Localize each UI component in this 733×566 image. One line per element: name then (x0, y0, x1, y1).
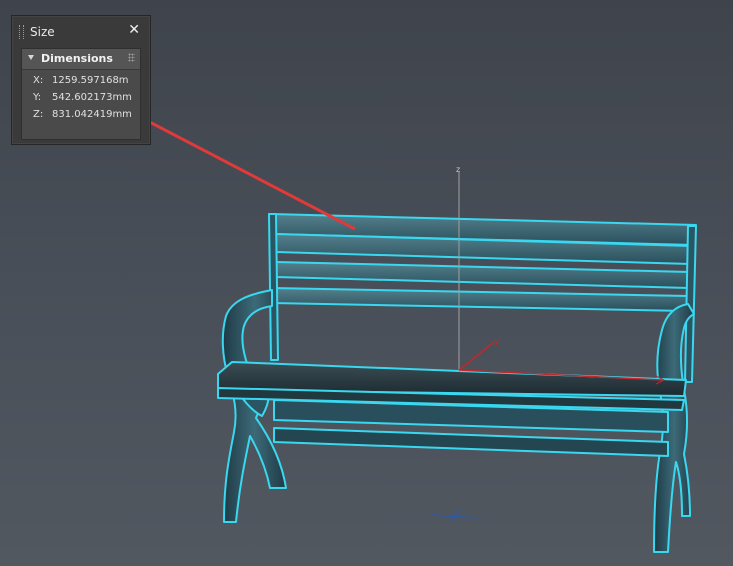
dimensions-section: Dimensions X: 1259.597168m Y: 542.602173… (21, 48, 141, 140)
dimension-row-z: Z: 831.042419mm (22, 107, 140, 123)
panel-title: Size (30, 25, 55, 39)
dimension-label: X: (33, 75, 44, 86)
z-axis-label: z (456, 165, 460, 174)
panel-header[interactable]: Size ✕ (12, 16, 150, 46)
dimension-row-y: Y: 542.602173mm (22, 90, 140, 106)
size-panel[interactable]: Size ✕ Dimensions X: 1259.597168m Y: 542… (11, 15, 151, 145)
dimension-value-x[interactable]: 1259.597168m (52, 75, 129, 86)
dimensions-title: Dimensions (41, 52, 113, 65)
dimension-label: Z: (33, 109, 44, 120)
annotation-arrow (138, 115, 356, 231)
ground-marker (431, 509, 479, 523)
dimension-row-x: X: 1259.597168m (22, 73, 140, 89)
y-axis-label: y (494, 337, 500, 347)
dimension-value-y[interactable]: 542.602173mm (52, 92, 132, 103)
bench-model[interactable] (217, 213, 697, 553)
3d-viewport[interactable]: z y Size ✕ Dimensions X: 1259.597168m Y:… (0, 0, 733, 566)
section-grip-icon[interactable] (128, 53, 135, 62)
y-axis-line (458, 341, 495, 371)
lower-stretcher (273, 427, 669, 457)
backrest-post-left (268, 213, 279, 361)
dimension-value-z[interactable]: 831.042419mm (52, 109, 132, 120)
drag-handle-icon[interactable] (19, 25, 24, 39)
dimensions-section-header[interactable]: Dimensions (22, 49, 140, 70)
backrest-plank-4 (271, 287, 690, 312)
close-icon[interactable]: ✕ (128, 22, 140, 38)
dimension-label: Y: (33, 92, 42, 103)
collapse-arrow-icon[interactable] (28, 55, 34, 60)
backrest-plank-3 (275, 261, 691, 289)
